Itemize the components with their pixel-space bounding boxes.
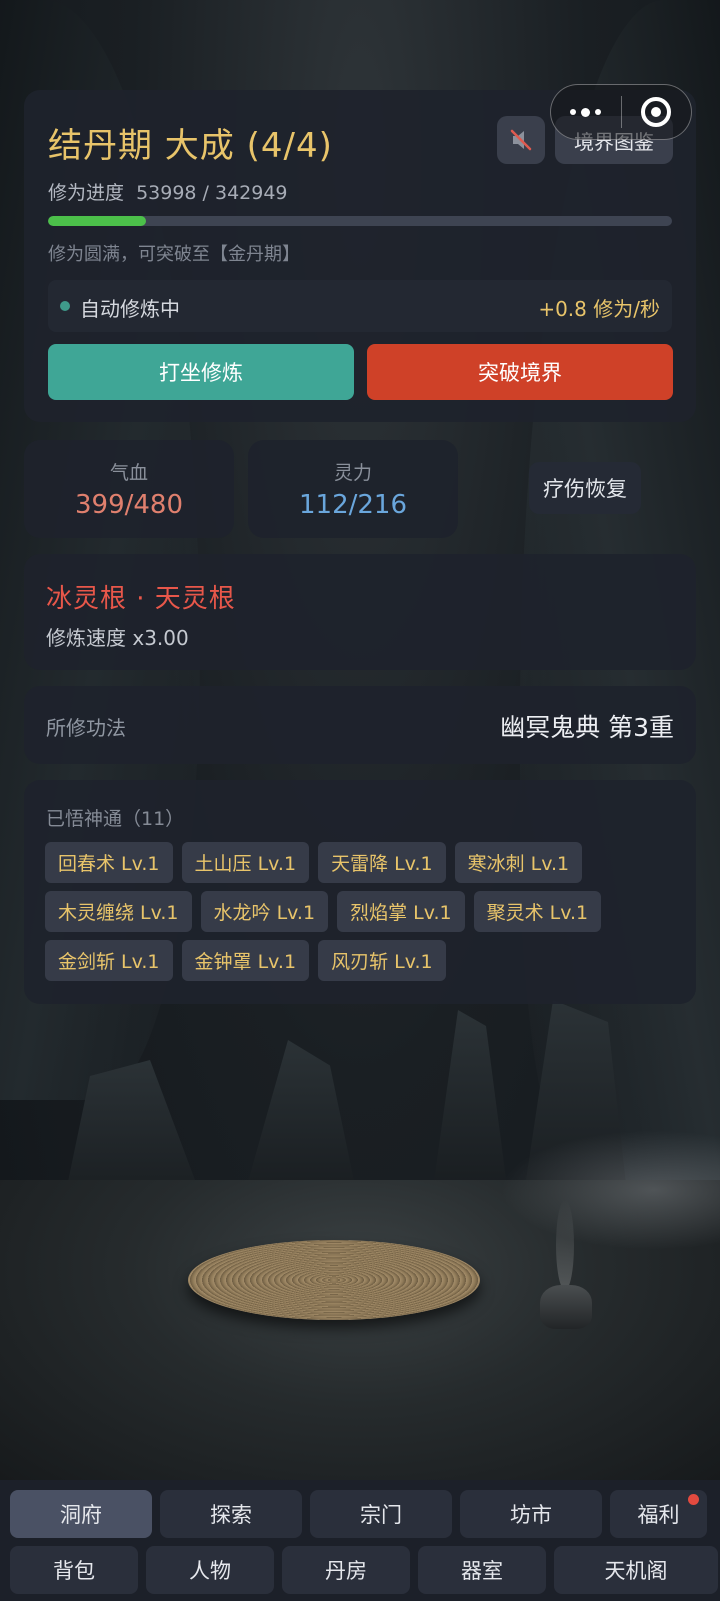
skill-tag[interactable]: 金剑斩 Lv.1 bbox=[45, 940, 173, 981]
mp-value: 112/216 bbox=[298, 490, 407, 520]
skill-tag[interactable]: 寒冰刺 Lv.1 bbox=[454, 842, 583, 883]
hp-value: 399/480 bbox=[74, 490, 183, 520]
cultivation-speed: 修炼速度 x3.00 bbox=[46, 626, 189, 650]
spirit-root-card: 冰灵根 · 天灵根 修炼速度 x3.00 bbox=[24, 554, 696, 670]
technique-value: 幽冥鬼典 第3重 bbox=[500, 713, 674, 742]
nav-item-welfare-label: 福利 bbox=[637, 1503, 680, 1527]
bottom-nav: 洞府 探索 宗门 坊市 福利 背包 人物 丹房 器室 天机阁 bbox=[0, 1480, 720, 1601]
nav-item-explore[interactable]: 探索 bbox=[160, 1490, 302, 1538]
skill-tag[interactable]: 回春术 Lv.1 bbox=[45, 842, 173, 883]
progress-value: 53998 / 342949 bbox=[136, 182, 288, 204]
mp-label: 灵力 bbox=[333, 462, 372, 484]
nav-item-character[interactable]: 人物 bbox=[146, 1546, 274, 1594]
skills-title: 已悟神通（11） bbox=[46, 808, 185, 830]
skills-list: 回春术 Lv.1 土山压 Lv.1 天雷降 Lv.1 寒冰刺 Lv.1 木灵缠绕… bbox=[45, 842, 675, 981]
target-close-icon[interactable] bbox=[622, 85, 692, 139]
skill-tag[interactable]: 聚灵术 Lv.1 bbox=[473, 891, 602, 932]
skill-tag[interactable]: 天雷降 Lv.1 bbox=[318, 842, 446, 883]
hp-label: 气血 bbox=[109, 462, 148, 484]
mp-stat: 灵力 112/216 bbox=[248, 440, 458, 538]
spirit-root-title: 冰灵根 · 天灵根 bbox=[46, 584, 236, 614]
nav-item-alchemy[interactable]: 丹房 bbox=[282, 1546, 410, 1594]
progress-fill bbox=[48, 216, 147, 226]
nav-item-cave[interactable]: 洞府 bbox=[10, 1490, 152, 1538]
breakthrough-hint: 修为圆满，可突破至【金丹期】 bbox=[48, 244, 300, 265]
mist bbox=[500, 1130, 720, 1250]
nav-item-bag[interactable]: 背包 bbox=[10, 1546, 138, 1594]
breakthrough-button[interactable]: 突破境界 bbox=[367, 344, 673, 400]
skill-tag[interactable]: 水龙吟 Lv.1 bbox=[200, 891, 329, 932]
notification-dot bbox=[688, 1494, 699, 1505]
nav-row-secondary: 背包 人物 丹房 器室 天机阁 bbox=[10, 1546, 718, 1594]
miniprogram-capsule bbox=[550, 84, 692, 140]
speaker-muted-icon bbox=[510, 129, 532, 151]
progress-label-text: 修为进度 bbox=[48, 182, 125, 204]
technique-label: 所修功法 bbox=[46, 716, 126, 740]
more-dots-icon[interactable] bbox=[551, 85, 621, 139]
skills-card: 已悟神通（11） 回春术 Lv.1 土山压 Lv.1 天雷降 Lv.1 寒冰刺 … bbox=[24, 780, 696, 1004]
skill-tag[interactable]: 烈焰掌 Lv.1 bbox=[337, 891, 465, 932]
heal-button[interactable]: 疗伤恢复 bbox=[529, 462, 641, 514]
auto-status-text: 自动修炼中 bbox=[80, 297, 180, 321]
skill-tag[interactable]: 风刃斩 Lv.1 bbox=[318, 940, 446, 981]
nav-item-market[interactable]: 坊市 bbox=[460, 1490, 602, 1538]
skill-tag[interactable]: 土山压 Lv.1 bbox=[181, 842, 310, 883]
auto-cultivation-status: 自动修炼中 +0.8 修为/秒 bbox=[48, 280, 672, 332]
progress-bar bbox=[48, 216, 672, 226]
nav-row-primary: 洞府 探索 宗门 坊市 福利 bbox=[10, 1490, 707, 1538]
realm-title: 结丹期 大成 (4/4) bbox=[48, 126, 333, 166]
technique-card[interactable]: 所修功法 幽冥鬼典 第3重 bbox=[24, 686, 696, 764]
mute-button[interactable] bbox=[497, 116, 545, 164]
nav-item-forge[interactable]: 器室 bbox=[418, 1546, 546, 1594]
status-dot-icon bbox=[60, 301, 70, 311]
progress-label: 修为进度 53998 / 342949 bbox=[48, 178, 288, 205]
incense-smoke bbox=[556, 1200, 574, 1290]
incense-burner bbox=[540, 1285, 592, 1329]
skill-tag[interactable]: 木灵缠绕 Lv.1 bbox=[45, 891, 192, 932]
meditation-mat bbox=[188, 1240, 480, 1320]
skill-tag[interactable]: 金钟罩 Lv.1 bbox=[181, 940, 310, 981]
hp-stat: 气血 399/480 bbox=[24, 440, 234, 538]
cultivation-rate: +0.8 修为/秒 bbox=[538, 297, 660, 321]
nav-item-pavilion[interactable]: 天机阁 bbox=[554, 1546, 718, 1594]
nav-item-welfare[interactable]: 福利 bbox=[610, 1490, 707, 1538]
meditate-button[interactable]: 打坐修炼 bbox=[48, 344, 354, 400]
nav-item-sect[interactable]: 宗门 bbox=[310, 1490, 452, 1538]
